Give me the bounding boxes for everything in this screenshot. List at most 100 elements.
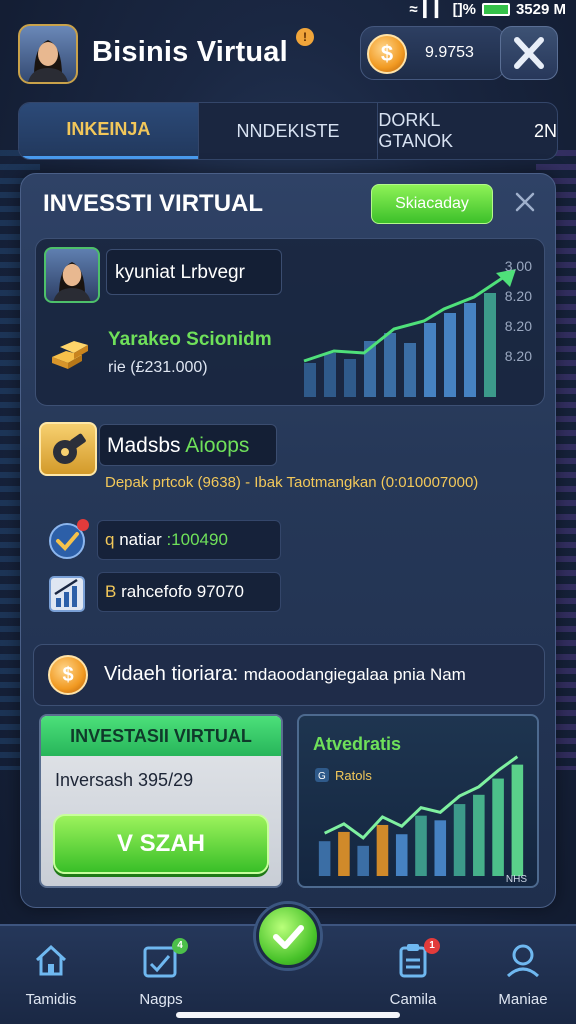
home-indicator[interactable] (176, 1012, 400, 1018)
action-button[interactable]: Skiacaday (371, 184, 493, 224)
section-description: Depak prtcok (9638) - Ibak Taotmangkan (… (105, 474, 479, 491)
balance-value: 9.9753 (425, 44, 474, 61)
name-box: kyuniat Lrbvegr (106, 249, 282, 295)
battery-icon (481, 2, 510, 16)
avatar-portrait-icon (53, 262, 91, 301)
battery-pct: []% (452, 0, 476, 18)
chart-tick: 8.20 (505, 318, 532, 334)
chart-bar (511, 764, 524, 876)
mini-growth-chart: 3.00 8.20 8.20 8.20 (303, 258, 532, 397)
chart-bar (453, 804, 466, 876)
panel-close-button[interactable] (511, 188, 539, 216)
wifi-icon: ≈ (409, 0, 418, 18)
chart-title: Atvedratis (313, 734, 401, 754)
tab-label: NNDEKISTE (236, 120, 340, 141)
chart-bar (318, 841, 331, 876)
invest-card: INVESTASII VIRTUAL Inversash 395/29 V SZ… (39, 714, 283, 888)
mini-chart-bars (304, 293, 496, 397)
close-icon (514, 37, 544, 69)
tab-bar: INKEINJA NNDEKISTE DORKL GTANOK 2N (18, 102, 558, 160)
app-header: Bisinis Virtual ! $ 9.9753 (18, 24, 558, 88)
nav-label: Tamidis (25, 991, 77, 1008)
chart-bar (415, 815, 427, 876)
app-title: Bisinis Virtual (92, 36, 288, 68)
nav-label: Camila (389, 991, 437, 1008)
legend-label: Ratols (335, 768, 372, 783)
row-value: :100490 (166, 530, 228, 549)
info-text: Vidaeh tioriara: mdaoodangiegalaa pnia N… (104, 663, 466, 686)
gold-bars-icon (52, 341, 88, 369)
bottom-nav: Tamidis 4 Nagps 1 Camila Maniae (0, 904, 576, 1024)
check-badge-icon (49, 519, 89, 559)
chart-bar (395, 834, 408, 876)
tab-label: INKEINJA (66, 119, 151, 139)
coin-icon: $ (48, 655, 88, 695)
nav-home[interactable]: Tamidis (6, 940, 96, 1008)
nav-center-button[interactable] (256, 904, 320, 968)
close-icon (515, 192, 535, 212)
avatar (44, 247, 100, 303)
avatar-portrait-icon (28, 40, 68, 82)
row-prefix: q (105, 530, 115, 549)
user-icon (506, 944, 540, 978)
status-bar: ≈ ▎▎ []% 3529 M (409, 0, 566, 19)
chart-bar (338, 831, 350, 876)
invest-card-text: Inversash 395/29 (55, 770, 194, 790)
profile-avatar[interactable] (18, 24, 78, 84)
row-label: rahcefofo (121, 582, 197, 601)
nav-label: Maniae (498, 991, 548, 1008)
chart-up-icon (49, 576, 85, 612)
chart-bar (473, 794, 485, 876)
nav-stats[interactable]: 4 Nagps (116, 938, 206, 1008)
coin-icon: $ (367, 34, 407, 74)
chart-bar (492, 778, 504, 876)
row-value: 97070 (196, 582, 244, 601)
sub-value: rie (£231.000) (108, 359, 208, 376)
chart-tick: 8.20 (505, 348, 532, 364)
tab-label: DORKL GTANOK (378, 110, 454, 151)
tab-inkeinja[interactable]: INKEINJA (19, 103, 198, 159)
balance-pill[interactable]: $ 9.9753 (360, 26, 505, 80)
chart-tag: NHS (506, 874, 527, 885)
section-title: Madsbs Aioops (107, 434, 249, 458)
invest-card-header: INVESTASII VIRTUAL (41, 716, 281, 756)
legend-marker-text: G (318, 771, 326, 782)
lock-badge-icon (39, 422, 97, 476)
close-button[interactable] (500, 26, 558, 80)
chart-bar (357, 845, 369, 876)
tab-count: 2N (534, 120, 558, 141)
tab-dorkl-gtanok[interactable]: DORKL GTANOK 2N (377, 103, 557, 159)
nav-tasks[interactable]: 1 Camila (368, 938, 458, 1008)
chart-bar (376, 824, 389, 876)
stat-row-2: B rahcefofo 97070 (105, 582, 244, 602)
info-subtitle: mdaoodangiegalaa pnia Nam (243, 665, 466, 684)
check-icon (273, 925, 304, 949)
profile-summary-card: kyuniat Lrbvegr Yarakeo Scionidm rie (£2… (35, 238, 545, 406)
nav-badge: 4 (172, 938, 188, 954)
chart-tick: 3.00 (505, 258, 532, 274)
profile-name: kyuniat Lrbvegr (115, 262, 245, 283)
highlight-label: Yarakeo Scionidm (108, 329, 272, 350)
clock: 3529 M (515, 0, 566, 18)
signal-icon: ▎▎ (423, 1, 447, 18)
chart-card: Atvedratis G Ratols NHS (297, 714, 539, 888)
panel-title: INVESSTI VIRTUAL (43, 190, 264, 217)
investment-panel: INVESSTI VIRTUAL Skiacaday kyuniat Lrbve… (20, 173, 556, 908)
nav-profile[interactable]: Maniae (478, 940, 568, 1008)
section-title-text: Madsbs (107, 434, 181, 457)
section-title-highlight: Aioops (185, 434, 250, 457)
nav-badge: 1 (424, 938, 440, 954)
row-prefix: B (105, 582, 117, 601)
nav-label: Nagps (139, 991, 183, 1008)
chart-bar (434, 820, 447, 876)
info-title: Vidaeh tioriara: (104, 663, 239, 685)
title-badge: ! (296, 28, 314, 46)
chart-tick: 8.20 (505, 288, 532, 304)
home-icon (35, 944, 67, 976)
invest-button[interactable]: V SZAH (53, 814, 269, 874)
info-strip: $ Vidaeh tioriara: mdaoodangiegalaa pnia… (33, 644, 545, 706)
tab-nndekiste[interactable]: NNDEKISTE (197, 103, 378, 159)
growth-chart: Atvedratis G Ratols NHS (313, 734, 527, 885)
row-label: natiar (119, 530, 167, 549)
stat-row-1: q natiar :100490 (105, 530, 228, 550)
